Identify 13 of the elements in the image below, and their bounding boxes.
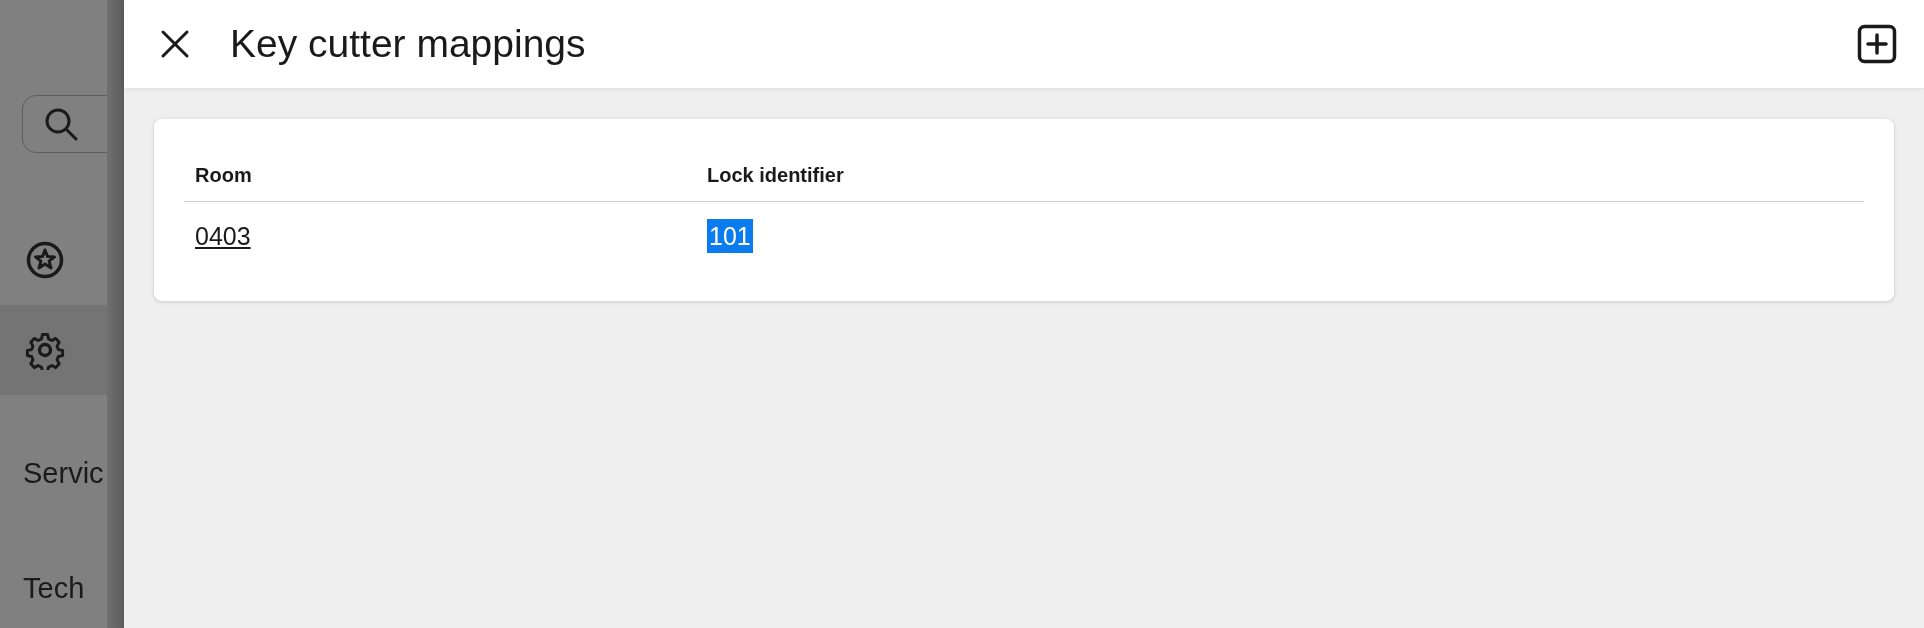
nav-label[interactable]: Tech: [23, 571, 85, 605]
search-icon: [43, 106, 79, 142]
settings-icon[interactable]: [25, 330, 65, 370]
column-header: Room: [194, 164, 253, 187]
add-button[interactable]: [1857, 24, 1897, 64]
add-icon: [1857, 24, 1897, 64]
column-header: Lock identifier: [706, 164, 845, 187]
close-button[interactable]: [160, 29, 190, 59]
close-icon: [160, 29, 190, 59]
table-cell: 101: [707, 219, 753, 253]
drawer-title: Key cutter mappings: [230, 22, 587, 66]
nav-label[interactable]: Servic: [23, 456, 104, 490]
room-link[interactable]: 0403: [195, 222, 251, 250]
